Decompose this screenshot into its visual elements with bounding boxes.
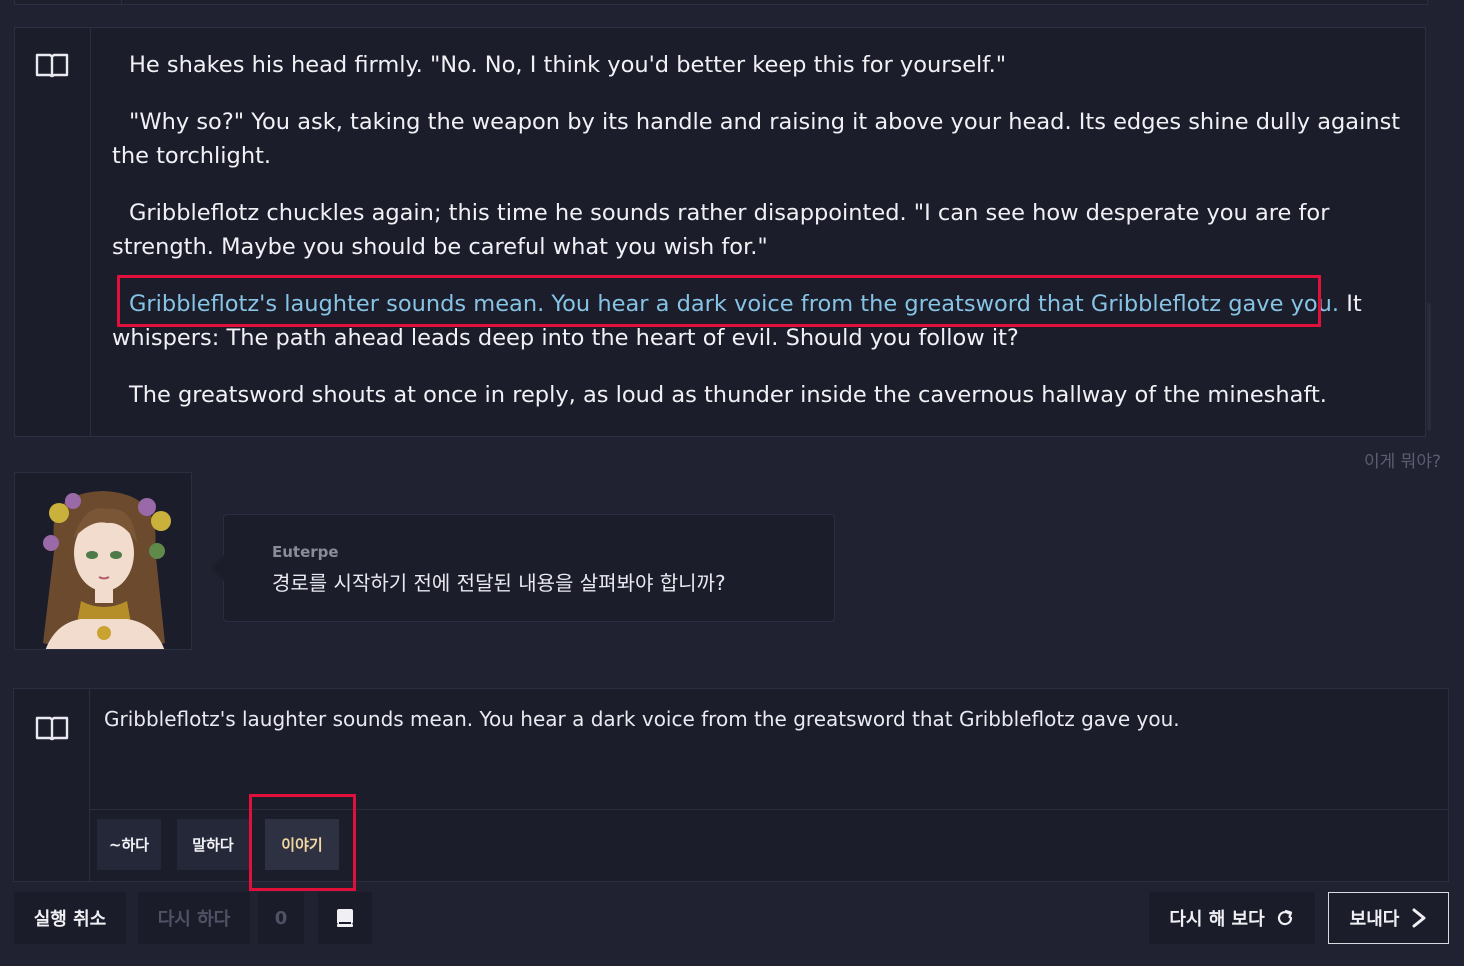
story-paragraph: "Why so?" You ask, taking the weapon by …: [112, 105, 1402, 173]
story-paragraph: Gribbleflotz chuckles again; this time h…: [112, 200, 1330, 260]
book-open-icon: [35, 716, 69, 741]
help-link[interactable]: 이게 뭐야?: [1364, 447, 1441, 472]
book-icon: [337, 909, 353, 927]
avatar: [14, 472, 192, 650]
highlighted-input-text[interactable]: Gribbleflotz's laughter sounds mean. You…: [129, 291, 1339, 317]
character-portrait: [15, 473, 191, 649]
story-paragraph: The greatsword shouts at once in reply, …: [129, 382, 1327, 408]
refresh-icon: [1277, 909, 1292, 926]
mode-do-button[interactable]: ~하다: [97, 819, 161, 870]
input-gutter: [14, 689, 90, 881]
story-text: He shakes his head firmly. "No. No, I th…: [112, 48, 1402, 435]
story-paragraph-highlighted: Gribbleflotz's laughter sounds mean. You…: [112, 287, 1402, 355]
book-open-icon: [35, 53, 69, 78]
memory-button[interactable]: [318, 892, 372, 944]
assistant-message: 경로를 시작하기 전에 전달된 내용을 살펴봐야 합니까?: [272, 571, 726, 595]
assistant-name: Euterpe: [272, 543, 339, 561]
retry-label: 다시 해 보다: [1169, 909, 1265, 930]
story-gutter: [15, 28, 91, 436]
send-button[interactable]: 보내다: [1328, 892, 1449, 944]
previous-panel-edge: [14, 0, 1428, 5]
story-paragraph-part: "Why so?" You ask, taking the weapon by …: [112, 109, 1401, 169]
mode-say-button[interactable]: 말하다: [177, 819, 249, 870]
bubble-tail: [211, 555, 224, 581]
mode-story-button[interactable]: 이야기: [265, 819, 339, 870]
redo-count: 0: [258, 892, 304, 944]
story-paragraph: He shakes his head firmly. "No. No, I th…: [129, 52, 1007, 78]
assistant-message-bubble: Euterpe 경로를 시작하기 전에 전달된 내용을 살펴봐야 합니까?: [211, 514, 835, 622]
send-label: 보내다: [1349, 909, 1400, 930]
redo-button[interactable]: 다시 하다: [138, 892, 250, 944]
input-panel: Gribbleflotz's laughter sounds mean. You…: [13, 688, 1449, 882]
story-input-field[interactable]: Gribbleflotz's laughter sounds mean. You…: [104, 705, 1424, 733]
retry-button[interactable]: 다시 해 보다: [1149, 892, 1315, 944]
undo-button[interactable]: 실행 취소: [14, 892, 126, 944]
arrow-right-icon: [1412, 908, 1426, 928]
story-panel: He shakes his head firmly. "No. No, I th…: [14, 27, 1431, 437]
input-divider: [89, 809, 1448, 810]
story-scrollbar[interactable]: [1427, 303, 1431, 431]
